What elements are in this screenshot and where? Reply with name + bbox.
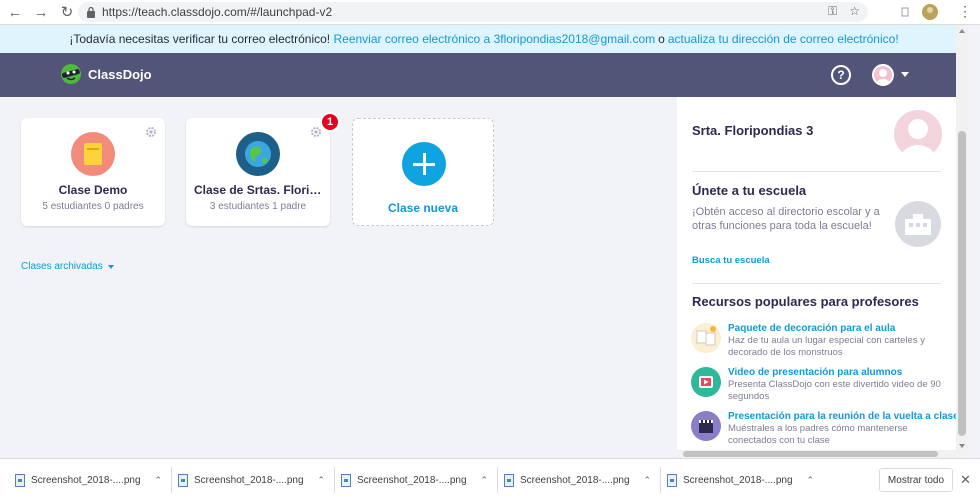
join-school-heading: Únete a tu escuela xyxy=(692,183,807,198)
avatar-person-icon xyxy=(901,119,935,158)
class-name: Clase de Srtas. Floripo... xyxy=(194,183,330,197)
help-button[interactable]: ? xyxy=(831,65,851,85)
image-file-icon xyxy=(667,473,677,487)
resource-description: Muéstrales a los padres cómo mantenerse … xyxy=(728,423,908,446)
school-building-icon xyxy=(895,201,941,247)
launchpad-main: Clase Demo 5 estudiantes 0 padres Clase … xyxy=(0,97,677,455)
update-email-link[interactable]: actualiza tu dirección de correo electró… xyxy=(668,32,899,46)
chevron-down-icon xyxy=(107,264,114,269)
divider xyxy=(692,283,941,284)
chevron-up-icon[interactable]: ⌃ xyxy=(807,475,815,486)
key-icon[interactable]: ⚿ xyxy=(828,4,837,19)
download-item[interactable]: Screenshot_2018-....png ⌃ xyxy=(667,459,814,500)
class-card-demo[interactable]: Clase Demo 5 estudiantes 0 padres xyxy=(21,118,165,226)
resource-description: Haz de tu aula un lugar especial con car… xyxy=(728,335,925,358)
download-filename: Screenshot_2018-....png xyxy=(31,474,141,486)
extension-icon[interactable] xyxy=(900,6,910,18)
show-all-downloads-button[interactable]: Mostrar todo xyxy=(879,468,953,492)
download-filename: Screenshot_2018-....png xyxy=(357,474,467,486)
vertical-scrollbar[interactable] xyxy=(956,25,968,455)
resource-title[interactable]: Paquete de decoración para el aula xyxy=(728,323,895,334)
class-counts: 5 estudiantes 0 padres xyxy=(42,201,144,212)
divider xyxy=(692,171,941,172)
right-panel: Srta. Floripondias 3 Únete a tu escuela … xyxy=(677,97,956,450)
bookmark-star-icon[interactable]: ☆ xyxy=(849,4,860,19)
find-school-link[interactable]: Busca tu escuela xyxy=(692,255,770,266)
download-filename: Screenshot_2018-....png xyxy=(194,474,304,486)
teacher-avatar[interactable] xyxy=(894,110,942,158)
video-play-icon xyxy=(691,367,721,397)
account-dropdown-caret-icon[interactable] xyxy=(901,72,909,77)
scroll-up-arrow-icon[interactable] xyxy=(959,29,965,33)
gear-icon[interactable] xyxy=(145,126,157,138)
chevron-up-icon[interactable]: ⌃ xyxy=(155,475,163,486)
logo-text: ClassDojo xyxy=(88,66,152,82)
new-class-button[interactable]: Clase nueva xyxy=(352,118,494,226)
classdojo-monster-icon xyxy=(61,64,81,84)
image-file-icon xyxy=(341,473,351,487)
resource-description: Presenta ClassDojo con este divertido vi… xyxy=(728,379,941,402)
decoration-pack-icon xyxy=(691,323,721,353)
notification-badge: 1 xyxy=(320,112,340,132)
chevron-up-icon[interactable]: ⌃ xyxy=(318,475,326,486)
scroll-down-arrow-icon[interactable] xyxy=(959,444,965,448)
verify-email-banner: ¡Todavía necesitas verificar tu correo e… xyxy=(0,25,968,53)
join-school-description: ¡Obtén acceso al directorio escolar y a … xyxy=(692,206,880,232)
scrollbar-thumb[interactable] xyxy=(683,451,938,457)
chevron-up-icon[interactable]: ⌃ xyxy=(644,475,652,486)
close-icon[interactable]: ✕ xyxy=(960,472,971,488)
divider xyxy=(660,467,662,493)
class-counts: 3 estudiantes 1 padre xyxy=(209,201,307,212)
profile-avatar-icon[interactable] xyxy=(922,4,938,20)
new-class-label: Clase nueva xyxy=(387,201,459,215)
resource-title[interactable]: Presentación para la reunión de la vuelt… xyxy=(728,411,956,422)
download-filename: Screenshot_2018-....png xyxy=(520,474,630,486)
resend-email-link[interactable]: Reenviar correo electrónico a 3floripond… xyxy=(333,32,655,46)
url-text: https://teach.classdojo.com/#/launchpad-… xyxy=(102,5,333,19)
class-card-floripondias[interactable]: Clase de Srtas. Floripo... 3 estudiantes… xyxy=(186,118,330,226)
download-filename: Screenshot_2018-....png xyxy=(683,474,793,486)
forward-icon[interactable]: → xyxy=(30,1,52,23)
banner-or: o xyxy=(658,32,665,46)
download-item[interactable]: Screenshot_2018-....png ⌃ xyxy=(504,459,662,500)
downloads-bar: Screenshot_2018-....png ⌃ Screenshot_201… xyxy=(0,458,980,500)
reload-icon[interactable]: ↻ xyxy=(56,1,78,23)
lock-icon xyxy=(87,6,95,18)
back-icon[interactable]: ← xyxy=(4,1,26,23)
archived-classes-toggle[interactable]: Clases archivadas xyxy=(21,261,114,272)
teacher-name: Srta. Floripondias 3 xyxy=(692,123,814,138)
resource-title[interactable]: Video de presentación para alumnos xyxy=(728,367,902,378)
chevron-up-icon[interactable]: ⌃ xyxy=(481,475,489,486)
class-avatar-notebook-icon xyxy=(71,132,115,176)
address-bar[interactable]: https://teach.classdojo.com/#/launchpad-… xyxy=(78,2,868,22)
download-item[interactable]: Screenshot_2018-....png ⌃ xyxy=(15,459,173,500)
presentation-clapper-icon xyxy=(691,411,721,441)
gear-icon[interactable] xyxy=(310,126,322,138)
class-name: Clase Demo xyxy=(58,183,128,197)
image-file-icon xyxy=(15,473,25,487)
avatar-person-icon xyxy=(876,69,890,84)
image-file-icon xyxy=(178,473,188,487)
divider xyxy=(171,467,173,493)
classdojo-logo[interactable]: ClassDojo xyxy=(60,63,152,85)
image-file-icon xyxy=(504,473,514,487)
scrollbar-thumb[interactable] xyxy=(958,131,966,436)
download-item[interactable]: Screenshot_2018-....png ⌃ xyxy=(178,459,336,500)
download-item[interactable]: Screenshot_2018-....png ⌃ xyxy=(341,459,499,500)
class-avatar-globe-icon xyxy=(236,132,280,176)
plus-icon xyxy=(402,142,446,186)
horizontal-scrollbar[interactable] xyxy=(677,450,956,458)
archived-classes-label: Clases archivadas xyxy=(21,261,103,272)
browser-toolbar: ← → ↻ https://teach.classdojo.com/#/laun… xyxy=(0,0,980,25)
browser-menu-icon[interactable]: ⋮ xyxy=(958,3,972,20)
app-header: ClassDojo ? xyxy=(0,53,968,97)
divider xyxy=(334,467,336,493)
user-avatar[interactable] xyxy=(872,64,894,86)
resources-heading: Recursos populares para profesores xyxy=(692,294,919,309)
verify-prompt: ¡Todavía necesitas verificar tu correo e… xyxy=(69,32,331,46)
divider xyxy=(497,467,499,493)
